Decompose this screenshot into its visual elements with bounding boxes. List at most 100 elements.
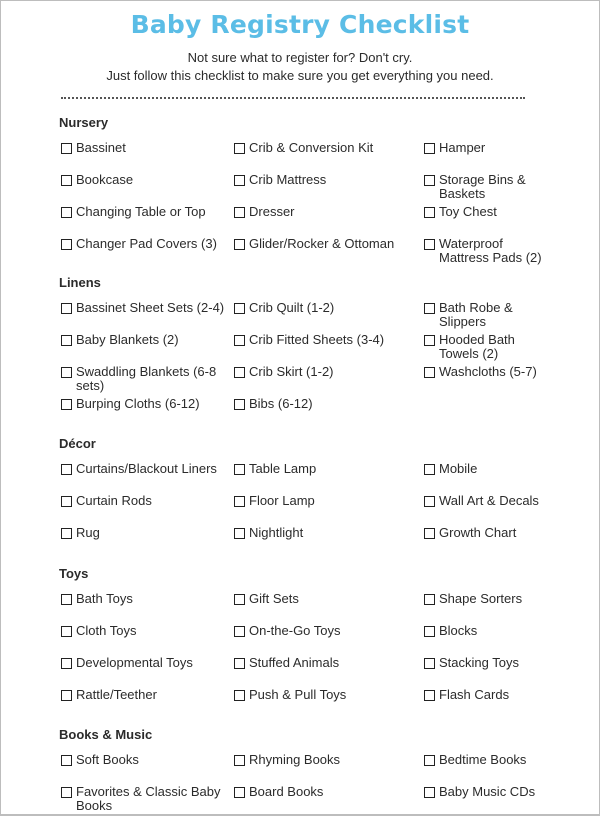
checklist-item[interactable]: Bookcase xyxy=(61,173,231,187)
checklist-item[interactable]: Flash Cards xyxy=(424,688,544,702)
checklist-item[interactable]: Toy Chest xyxy=(424,205,544,219)
checkbox-icon[interactable] xyxy=(61,143,72,154)
checkbox-icon[interactable] xyxy=(234,399,245,410)
checkbox-icon[interactable] xyxy=(61,303,72,314)
checklist-item[interactable]: Baby Blankets (2) xyxy=(61,333,231,347)
checkbox-icon[interactable] xyxy=(234,367,245,378)
checkbox-icon[interactable] xyxy=(424,207,435,218)
checkbox-icon[interactable] xyxy=(424,464,435,475)
checklist-item[interactable]: Rattle/Teether xyxy=(61,688,231,702)
checkbox-icon[interactable] xyxy=(61,496,72,507)
checkbox-icon[interactable] xyxy=(234,239,245,250)
checkbox-icon[interactable] xyxy=(234,303,245,314)
checkbox-icon[interactable] xyxy=(61,239,72,250)
checklist-item[interactable]: Baby Music CDs xyxy=(424,785,544,799)
checkbox-icon[interactable] xyxy=(234,335,245,346)
checklist-item[interactable]: Bibs (6-12) xyxy=(234,397,419,411)
checklist-item[interactable]: Cloth Toys xyxy=(61,624,231,638)
checklist-item[interactable]: Dresser xyxy=(234,205,419,219)
checkbox-icon[interactable] xyxy=(424,690,435,701)
checklist-item[interactable]: Bassinet xyxy=(61,141,231,155)
checklist-item[interactable]: Curtain Rods xyxy=(61,494,231,508)
checklist-item[interactable]: Mobile xyxy=(424,462,544,476)
checkbox-icon[interactable] xyxy=(61,787,72,798)
checklist-item[interactable]: Curtains/Blackout Liners xyxy=(61,462,231,476)
checkbox-icon[interactable] xyxy=(424,175,435,186)
checkbox-icon[interactable] xyxy=(424,143,435,154)
checkbox-icon[interactable] xyxy=(234,143,245,154)
checklist-item[interactable]: Hamper xyxy=(424,141,544,155)
checkbox-icon[interactable] xyxy=(234,626,245,637)
checkbox-icon[interactable] xyxy=(61,626,72,637)
checklist-item[interactable]: Changer Pad Covers (3) xyxy=(61,237,231,251)
checklist-item[interactable]: Swaddling Blankets (6-8 sets) xyxy=(61,365,231,393)
checklist-item[interactable]: Bath Robe & Slippers xyxy=(424,301,544,329)
checkbox-icon[interactable] xyxy=(234,207,245,218)
checkbox-icon[interactable] xyxy=(234,658,245,669)
checkbox-icon[interactable] xyxy=(234,496,245,507)
checkbox-icon[interactable] xyxy=(61,690,72,701)
checkbox-icon[interactable] xyxy=(61,367,72,378)
checklist-item[interactable]: Crib Fitted Sheets (3-4) xyxy=(234,333,419,347)
checkbox-icon[interactable] xyxy=(61,658,72,669)
checkbox-icon[interactable] xyxy=(61,464,72,475)
checkbox-icon[interactable] xyxy=(234,690,245,701)
checklist-item[interactable]: Shape Sorters xyxy=(424,592,544,606)
checklist-item[interactable]: Waterproof Mattress Pads (2) xyxy=(424,237,544,265)
checkbox-icon[interactable] xyxy=(61,175,72,186)
checklist-item[interactable]: Blocks xyxy=(424,624,544,638)
checklist-item[interactable]: Washcloths (5-7) xyxy=(424,365,544,379)
checkbox-icon[interactable] xyxy=(234,464,245,475)
checklist-item[interactable]: Hooded Bath Towels (2) xyxy=(424,333,544,361)
checklist-item[interactable]: Crib Mattress xyxy=(234,173,419,187)
checkbox-icon[interactable] xyxy=(424,239,435,250)
checklist-item[interactable]: Rhyming Books xyxy=(234,753,419,767)
checkbox-icon[interactable] xyxy=(61,399,72,410)
checklist-item[interactable]: Growth Chart xyxy=(424,526,544,540)
checklist-item[interactable]: Favorites & Classic Baby Books xyxy=(61,785,231,813)
checkbox-icon[interactable] xyxy=(61,528,72,539)
checklist-item[interactable]: Crib Skirt (1-2) xyxy=(234,365,419,379)
checklist-item[interactable]: Nightlight xyxy=(234,526,419,540)
checklist-item[interactable]: Board Books xyxy=(234,785,419,799)
checkbox-icon[interactable] xyxy=(424,787,435,798)
checkbox-icon[interactable] xyxy=(234,528,245,539)
checklist-item[interactable]: Crib Quilt (1-2) xyxy=(234,301,419,315)
checkbox-icon[interactable] xyxy=(424,335,435,346)
checklist-item[interactable]: Bath Toys xyxy=(61,592,231,606)
checkbox-icon[interactable] xyxy=(234,755,245,766)
checklist-item[interactable]: Rug xyxy=(61,526,231,540)
checklist-item[interactable]: Wall Art & Decals xyxy=(424,494,544,508)
checklist-item[interactable]: Crib & Conversion Kit xyxy=(234,141,419,155)
checkbox-icon[interactable] xyxy=(424,303,435,314)
checklist-item[interactable]: Stuffed Animals xyxy=(234,656,419,670)
checkbox-icon[interactable] xyxy=(424,367,435,378)
checklist-item[interactable]: Gift Sets xyxy=(234,592,419,606)
checklist-item[interactable]: Glider/Rocker & Ottoman xyxy=(234,237,419,251)
checkbox-icon[interactable] xyxy=(424,594,435,605)
checkbox-icon[interactable] xyxy=(424,658,435,669)
checkbox-icon[interactable] xyxy=(234,175,245,186)
checkbox-icon[interactable] xyxy=(61,207,72,218)
checkbox-icon[interactable] xyxy=(234,787,245,798)
checklist-item[interactable]: Changing Table or Top xyxy=(61,205,231,219)
checkbox-icon[interactable] xyxy=(61,755,72,766)
checkbox-icon[interactable] xyxy=(424,755,435,766)
checklist-item[interactable]: Bassinet Sheet Sets (2-4) xyxy=(61,301,231,315)
checkbox-icon[interactable] xyxy=(61,335,72,346)
checklist-item[interactable]: Storage Bins & Baskets xyxy=(424,173,544,201)
checkbox-icon[interactable] xyxy=(234,594,245,605)
checklist-item[interactable]: Developmental Toys xyxy=(61,656,231,670)
checklist-item[interactable]: On-the-Go Toys xyxy=(234,624,419,638)
checkbox-icon[interactable] xyxy=(424,626,435,637)
checklist-item[interactable]: Stacking Toys xyxy=(424,656,544,670)
checklist-item[interactable]: Push & Pull Toys xyxy=(234,688,419,702)
checklist-item[interactable]: Burping Cloths (6-12) xyxy=(61,397,231,411)
checkbox-icon[interactable] xyxy=(424,496,435,507)
checklist-item[interactable]: Table Lamp xyxy=(234,462,419,476)
checkbox-icon[interactable] xyxy=(61,594,72,605)
checklist-item[interactable]: Floor Lamp xyxy=(234,494,419,508)
checkbox-icon[interactable] xyxy=(424,528,435,539)
checklist-item[interactable]: Bedtime Books xyxy=(424,753,544,767)
checklist-item[interactable]: Soft Books xyxy=(61,753,231,767)
